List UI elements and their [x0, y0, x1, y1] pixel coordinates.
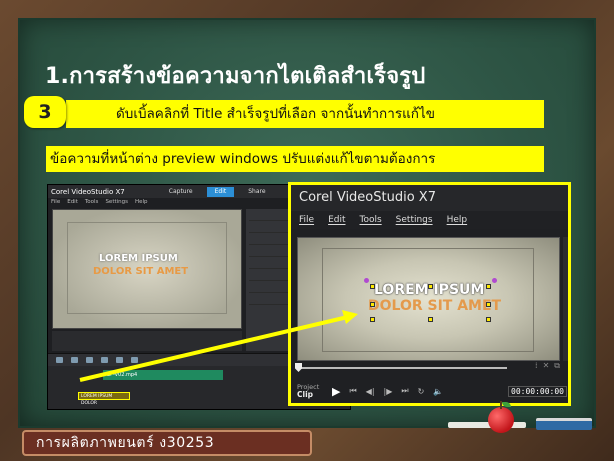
slide-title: 1.การสร้างข้อความจากไตเติลสำเร็จรูป — [45, 64, 426, 89]
video-clip[interactable]: SP-V02.mp4 — [103, 370, 223, 380]
repeat-icon[interactable]: ↻ — [418, 387, 425, 396]
resize-handle[interactable] — [370, 317, 375, 322]
preview-tools: ⁞ ✕ ⧉ — [535, 361, 560, 371]
next-frame-icon[interactable]: |▶ — [384, 387, 393, 396]
small-menu-tools[interactable]: Tools — [85, 199, 99, 205]
timeline-tool-icon[interactable] — [86, 357, 93, 363]
preview-title-line2[interactable]: DOLOR SIT AMET — [368, 298, 501, 314]
preview-window[interactable]: LOREM IPSUM DOLOR SIT AMET — [297, 237, 560, 361]
project-clip-toggle[interactable]: Project Clip — [297, 384, 323, 399]
scrub-bar[interactable] — [297, 367, 507, 369]
small-menu-edit[interactable]: Edit — [67, 199, 78, 205]
rotate-handle[interactable] — [364, 278, 369, 283]
timeline-tool-icon[interactable] — [101, 357, 108, 363]
zoomed-menubar: File Edit Tools Settings Help — [291, 211, 568, 229]
timeline-tool-icon[interactable] — [116, 357, 123, 363]
menu-settings[interactable]: Settings — [396, 215, 433, 225]
resize-handle[interactable] — [428, 284, 433, 289]
menu-edit[interactable]: Edit — [328, 215, 345, 225]
resize-handle[interactable] — [486, 284, 491, 289]
resize-handle[interactable] — [370, 302, 375, 307]
instruction-line-2: ข้อความที่หน้าต่าง preview windows ปรับแ… — [46, 146, 544, 172]
zoomed-app-title: Corel VideoStudio X7 — [291, 185, 568, 211]
title-clip[interactable]: LOREM IPSUM DOLOR — [78, 392, 130, 406]
small-menu-help[interactable]: Help — [135, 199, 148, 205]
small-playback-controls — [52, 331, 242, 351]
small-menu-file[interactable]: File — [51, 199, 60, 205]
small-preview-title-line1[interactable]: LOREM IPSUM — [99, 253, 178, 264]
resize-handle[interactable] — [486, 302, 491, 307]
timecode-display[interactable]: 00:00:00:00 — [508, 385, 567, 397]
play-icon[interactable]: ▶ — [332, 385, 340, 398]
timeline-tool-icon[interactable] — [131, 357, 138, 363]
prev-frame-icon[interactable]: ◀| — [366, 387, 375, 396]
scrubber-knob[interactable] — [295, 363, 302, 372]
zoomed-app-screenshot: Corel VideoStudio X7 File Edit Tools Set… — [288, 182, 571, 406]
menu-tools[interactable]: Tools — [360, 215, 382, 225]
clip-label: Clip — [297, 390, 314, 399]
end-icon[interactable]: ⏭ — [401, 386, 408, 396]
apple-decoration — [488, 407, 514, 433]
menu-help[interactable]: Help — [447, 215, 468, 225]
expand-icon[interactable]: ⧉ — [554, 361, 560, 371]
resize-handle[interactable] — [428, 317, 433, 322]
resize-handle[interactable] — [370, 284, 375, 289]
small-tab-edit[interactable]: Edit — [206, 186, 235, 197]
menu-file[interactable]: File — [299, 215, 314, 225]
course-footer: การผลิตภาพยนตร์ ง30253 — [22, 430, 312, 456]
chalk-piece — [448, 422, 526, 428]
small-preview-window[interactable]: LOREM IPSUM DOLOR SIT AMET — [52, 209, 242, 329]
step-number-badge: 3 — [24, 96, 66, 128]
resize-handle[interactable] — [486, 317, 491, 322]
instruction-line-1: ดับเบิ้ลคลิกที่ Title สำเร็จรูปที่เลือก … — [66, 100, 544, 128]
small-tab-capture[interactable]: Capture — [161, 187, 201, 197]
scissors-icon[interactable]: ✕ — [543, 361, 550, 371]
timeline-tool-icon[interactable] — [71, 357, 78, 363]
small-preview-title-line2[interactable]: DOLOR SIT AMET — [93, 266, 188, 277]
board-eraser — [536, 418, 592, 430]
divider-icon: ⁞ — [535, 361, 538, 370]
rotate-handle[interactable] — [492, 278, 497, 283]
volume-icon[interactable]: 🔈 — [433, 387, 443, 396]
small-tab-share[interactable]: Share — [240, 187, 273, 197]
timeline-tool-icon[interactable] — [56, 357, 63, 363]
playback-controls: Project Clip ▶ ⏮ ◀| |▶ ⏭ ↻ 🔈 00:00:00:00 — [297, 381, 567, 401]
preview-scrollbar[interactable] — [563, 237, 568, 361]
small-app-title: Corel VideoStudio X7 — [51, 187, 125, 196]
small-menu-settings[interactable]: Settings — [105, 199, 128, 205]
home-icon[interactable]: ⏮ — [349, 386, 356, 396]
